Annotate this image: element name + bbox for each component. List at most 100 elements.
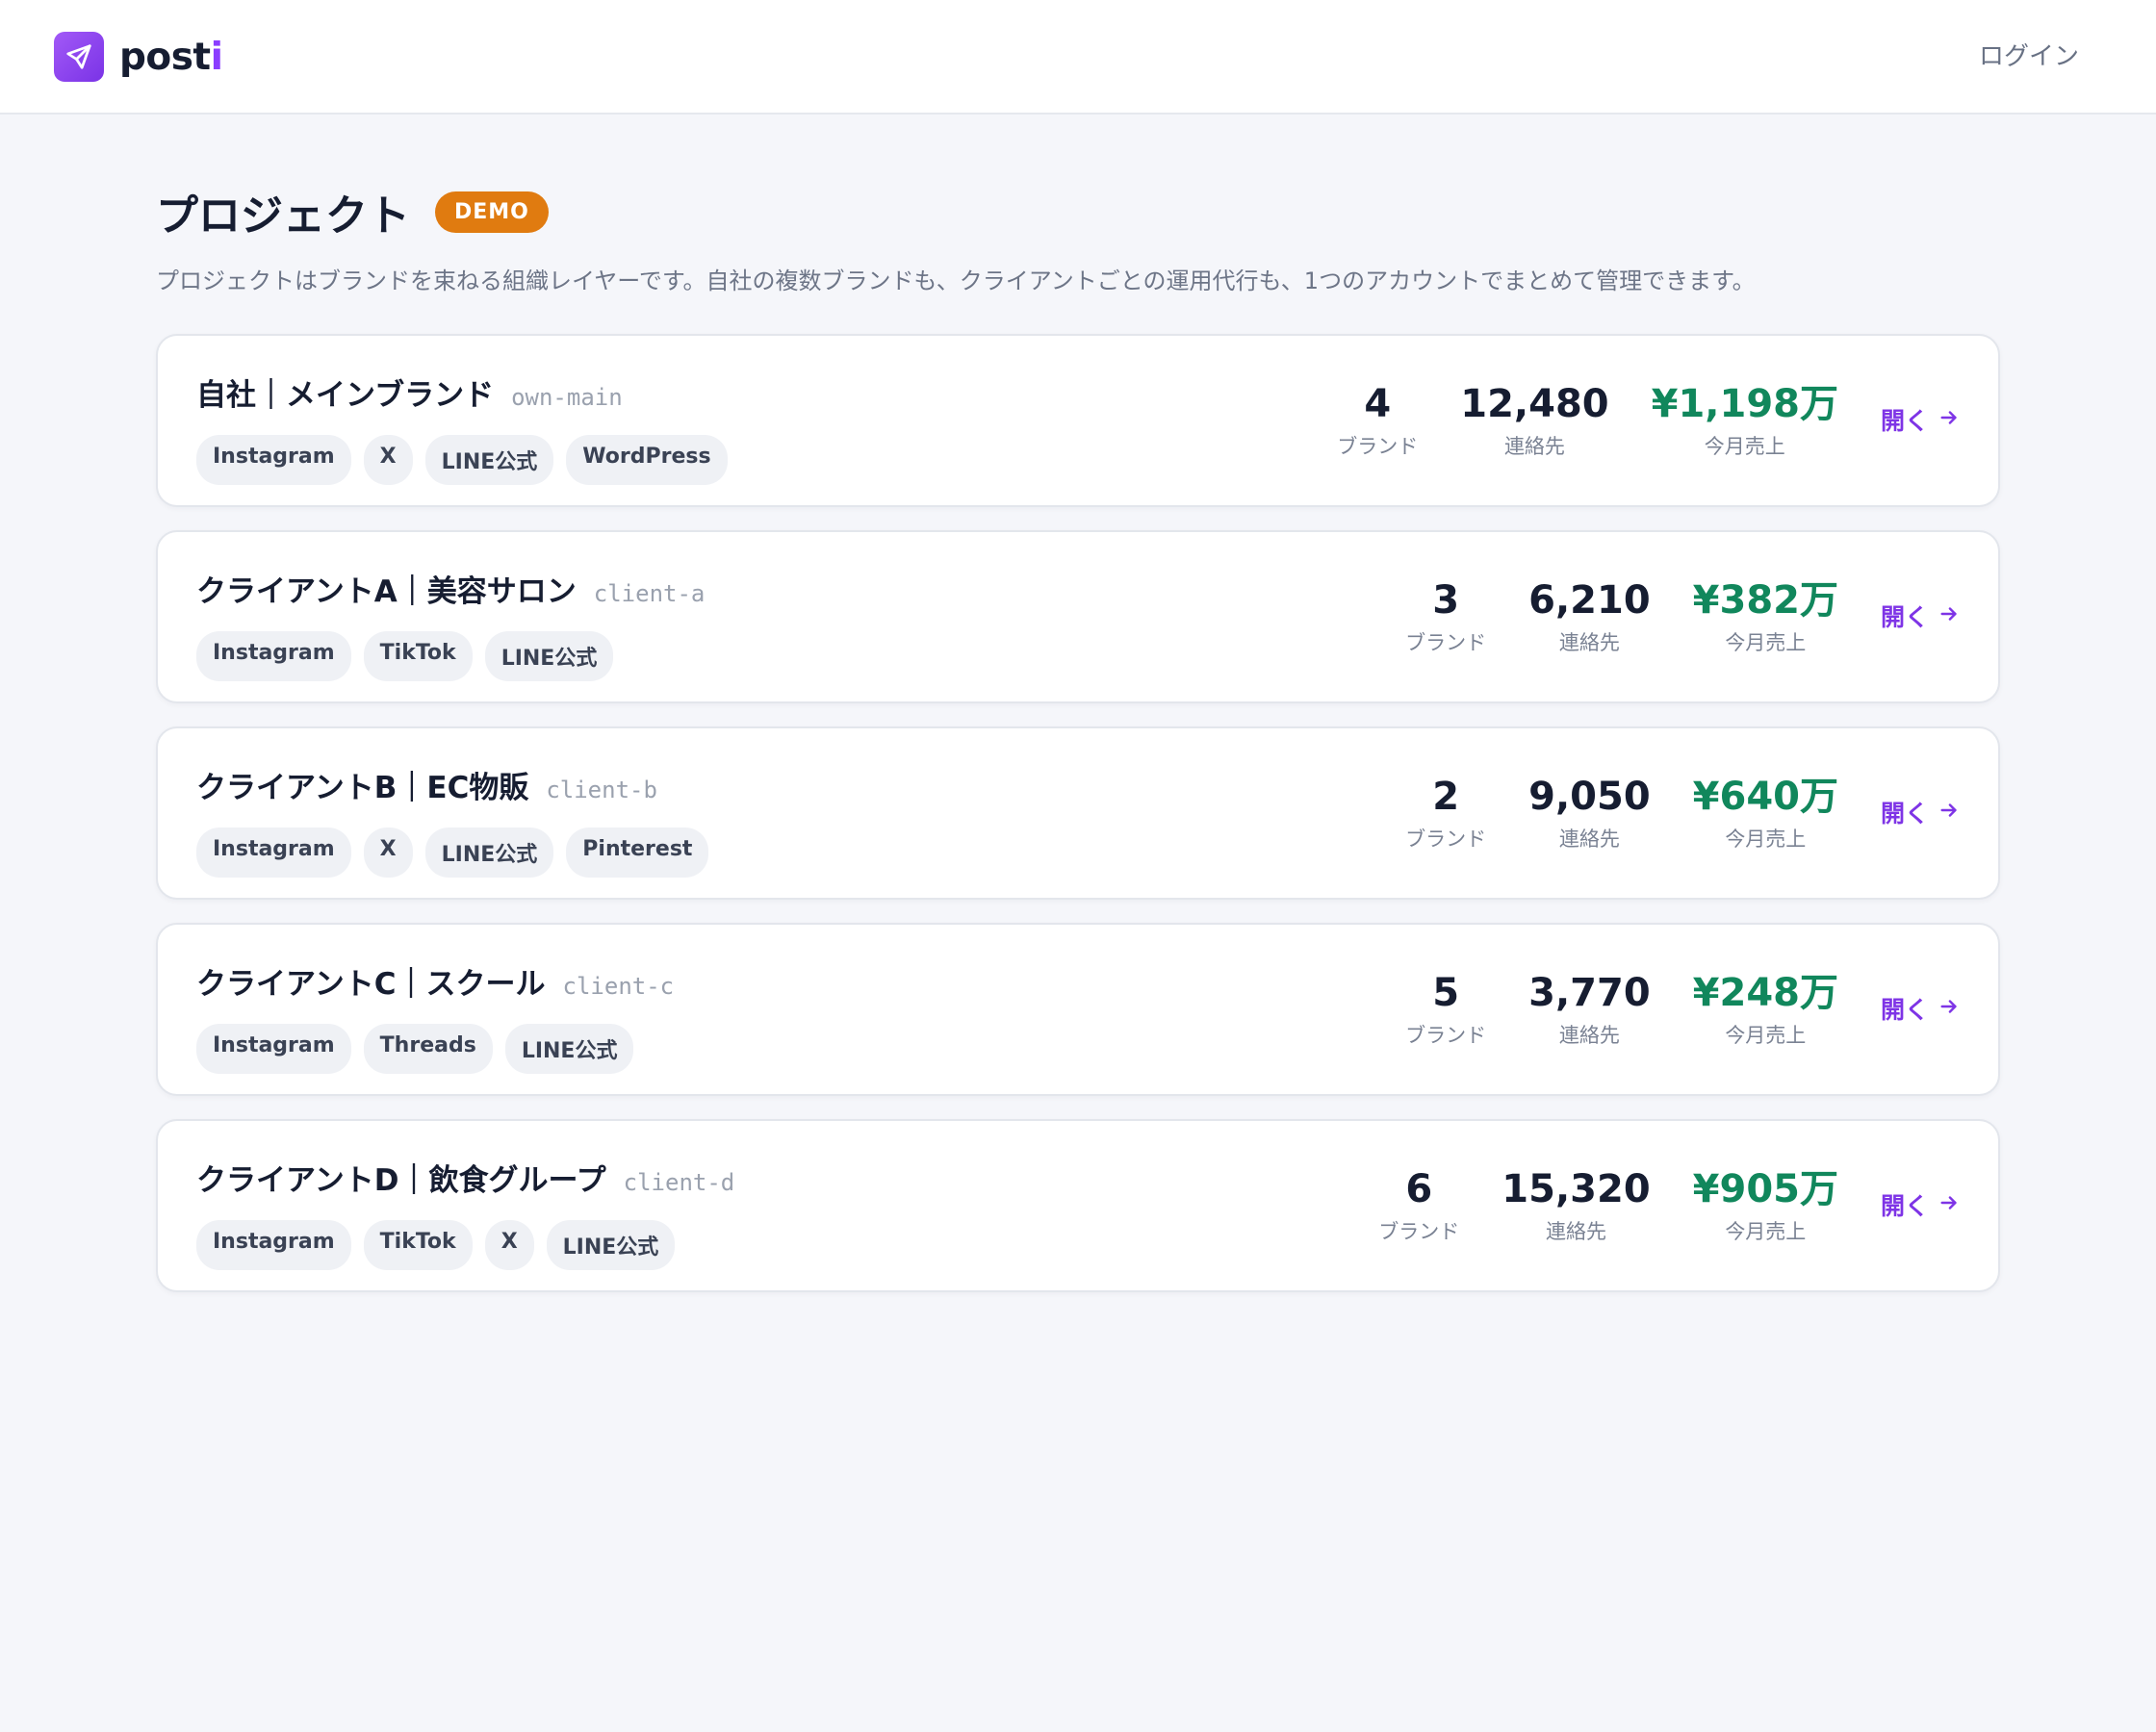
channel-tags: Instagram TikTok X LINE公式	[196, 1220, 734, 1270]
brand-count-stat: 2 ブランド	[1405, 774, 1486, 853]
project-stats: 6 ブランド 15,320 連絡先 ¥905万 今月売上 開く	[1336, 1121, 1960, 1290]
channel-tag: Instagram	[196, 435, 351, 485]
channel-tag: Instagram	[196, 1024, 351, 1074]
channel-tag: X	[363, 435, 413, 485]
project-slug: client-a	[593, 580, 706, 607]
project-name-row: クライアントC｜スクール client-c	[196, 959, 674, 1003]
contacts-label: 連絡先	[1545, 1220, 1606, 1243]
project-name: 自社｜メインブランド	[196, 378, 495, 413]
channel-tags: Instagram X LINE公式 Pinterest	[196, 828, 709, 878]
monthly-sales-value: ¥248万	[1692, 971, 1838, 1015]
monthly-sales-label: 今月売上	[1725, 1220, 1807, 1243]
monthly-sales-label: 今月売上	[1725, 828, 1807, 851]
project-slug: client-c	[562, 973, 675, 1000]
brand-count-value: 5	[1432, 971, 1460, 1015]
contacts-stat: 15,320 連絡先	[1502, 1166, 1650, 1245]
project-name: クライアントB｜EC物販	[196, 771, 529, 805]
project-card[interactable]: クライアントB｜EC物販 client-b Instagram X LINE公式 Pi…	[156, 726, 2000, 900]
project-name-row: 自社｜メインブランド own-main	[196, 370, 728, 414]
project-slug: client-d	[623, 1169, 735, 1196]
channel-tag: Pinterest	[566, 828, 709, 878]
channel-tag: LINE公式	[424, 435, 554, 485]
page-description: プロジェクトはブランドを束ねる組織レイヤーです。自社の複数ブランドも、クライアン…	[156, 267, 1756, 294]
channel-tag: Instagram	[196, 1220, 351, 1270]
logo-text: posti	[119, 35, 223, 79]
project-name-row: クライアントB｜EC物販 client-b	[196, 763, 708, 806]
login-link[interactable]: ログイン	[1979, 37, 2079, 72]
project-stats: 2 ブランド 9,050 連絡先 ¥640万 今月売上 開く	[1363, 728, 1960, 898]
channel-tag: LINE公式	[484, 631, 614, 681]
project-card[interactable]: クライアントA｜美容サロン client-a Instagram TikTok LI…	[156, 530, 2000, 703]
channel-tag: LINE公式	[546, 1220, 676, 1270]
brand-count-label: ブランド	[1337, 435, 1419, 458]
project-card[interactable]: 自社｜メインブランド own-main Instagram X LINE公式 Word…	[156, 334, 2000, 507]
project-stats: 4 ブランド 12,480 連絡先 ¥1,198万 今月売上 開く	[1295, 336, 1960, 505]
monthly-sales-label: 今月売上	[1704, 435, 1785, 458]
project-card[interactable]: クライアントD｜飲食グループ client-d Instagram TikTok X…	[156, 1119, 2000, 1292]
monthly-sales-value: ¥382万	[1692, 578, 1838, 623]
project-name: クライアントA｜美容サロン	[196, 574, 577, 609]
page-title: プロジェクト	[156, 191, 410, 241]
monthly-sales-label: 今月売上	[1725, 631, 1807, 654]
contacts-value: 9,050	[1528, 775, 1651, 819]
brand-count-stat: 5 ブランド	[1405, 970, 1486, 1049]
channel-tags: Instagram TikTok LINE公式	[196, 631, 705, 681]
project-info: 自社｜メインブランド own-main Instagram X LINE公式 Word…	[196, 370, 728, 485]
contacts-label: 連絡先	[1503, 435, 1565, 458]
contacts-value: 15,320	[1502, 1167, 1651, 1211]
open-project-link[interactable]: 開く	[1881, 991, 1960, 1026]
brand-count-value: 4	[1364, 382, 1392, 426]
logo[interactable]: posti	[54, 32, 223, 82]
monthly-sales-value: ¥905万	[1692, 1167, 1838, 1211]
brand-count-label: ブランド	[1378, 1220, 1460, 1243]
open-label: 開く	[1880, 603, 1929, 631]
brand-count-stat: 3 ブランド	[1405, 577, 1486, 656]
arrow-right-icon	[1938, 602, 1960, 630]
project-stats: 5 ブランド 3,770 連絡先 ¥248万 今月売上 開く	[1363, 925, 1960, 1094]
channel-tags: Instagram Threads LINE公式	[196, 1024, 674, 1074]
contacts-stat: 3,770 連絡先	[1528, 970, 1651, 1049]
open-project-link[interactable]: 開く	[1881, 1187, 1960, 1222]
contacts-label: 連絡先	[1558, 828, 1620, 851]
contacts-stat: 9,050 連絡先	[1528, 774, 1651, 853]
demo-badge: DEMO	[435, 191, 549, 233]
project-info: クライアントB｜EC物販 client-b Instagram X LINE公式 Pi…	[196, 763, 709, 878]
contacts-stat: 6,210 連絡先	[1528, 577, 1651, 656]
project-card[interactable]: クライアントC｜スクール client-c Instagram Threads LI…	[156, 923, 2000, 1096]
project-name-row: クライアントD｜飲食グループ client-d	[196, 1156, 734, 1199]
open-project-link[interactable]: 開く	[1881, 402, 1960, 437]
open-project-link[interactable]: 開く	[1881, 795, 1960, 829]
contacts-label: 連絡先	[1558, 631, 1620, 654]
monthly-sales-stat: ¥905万 今月売上	[1693, 1166, 1838, 1245]
contacts-value: 3,770	[1528, 971, 1651, 1015]
channel-tag: X	[363, 828, 413, 878]
arrow-right-icon	[1938, 799, 1960, 827]
channel-tag: LINE公式	[504, 1024, 634, 1074]
project-slug: client-b	[546, 777, 657, 803]
channel-tag: LINE公式	[424, 828, 554, 878]
project-name: クライアントD｜飲食グループ	[196, 1163, 606, 1198]
channel-tag: WordPress	[566, 435, 728, 485]
main-content: プロジェクト DEMO プロジェクトはブランドを束ねる組織レイヤーです。自社の複…	[156, 183, 2000, 1292]
contacts-value: 12,480	[1460, 382, 1609, 426]
channel-tag: Threads	[363, 1024, 493, 1074]
open-project-link[interactable]: 開く	[1881, 599, 1960, 633]
monthly-sales-stat: ¥382万 今月売上	[1693, 577, 1838, 656]
brand-count-value: 2	[1432, 775, 1460, 819]
contacts-label: 連絡先	[1558, 1024, 1620, 1047]
brand-count-value: 3	[1432, 578, 1460, 623]
paper-plane-icon	[54, 32, 104, 82]
brand-count-stat: 6 ブランド	[1378, 1166, 1459, 1245]
project-stats: 3 ブランド 6,210 連絡先 ¥382万 今月売上 開く	[1363, 532, 1960, 701]
project-slug: own-main	[511, 384, 623, 411]
project-info: クライアントA｜美容サロン client-a Instagram TikTok LI…	[196, 567, 705, 681]
arrow-right-icon	[1938, 995, 1960, 1023]
channel-tag: Instagram	[196, 828, 351, 878]
monthly-sales-value: ¥1,198万	[1651, 382, 1838, 426]
open-label: 開く	[1880, 1192, 1929, 1220]
project-list: 自社｜メインブランド own-main Instagram X LINE公式 Word…	[156, 334, 2000, 1292]
arrow-right-icon	[1938, 406, 1960, 434]
contacts-value: 6,210	[1528, 578, 1651, 623]
project-name-row: クライアントA｜美容サロン client-a	[196, 567, 705, 610]
project-info: クライアントC｜スクール client-c Instagram Threads LI…	[196, 959, 674, 1074]
